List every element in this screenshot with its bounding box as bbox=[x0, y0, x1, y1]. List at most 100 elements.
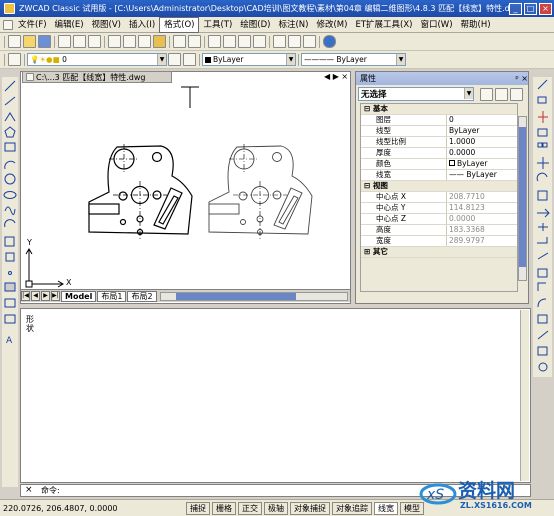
selection-combo[interactable]: 无选择 ▼ bbox=[358, 87, 474, 101]
modify-tool-icons bbox=[536, 79, 550, 372]
polygon-tool-icon bbox=[4, 126, 16, 138]
trim-icon bbox=[537, 223, 548, 231]
menu-view[interactable]: 视图(V) bbox=[88, 18, 125, 32]
close-command-icon[interactable]: × bbox=[25, 485, 33, 495]
next-tab-icon[interactable]: ▶ bbox=[41, 291, 50, 301]
prop-row[interactable]: 中心点 X 208.7710 bbox=[361, 192, 517, 203]
menu-modify[interactable]: 修改(M) bbox=[312, 18, 351, 32]
pan-icon[interactable] bbox=[208, 35, 221, 48]
undo-icon[interactable] bbox=[173, 35, 186, 48]
prop-row[interactable]: 线宽 —— ByLayer bbox=[361, 170, 517, 181]
publish-icon[interactable] bbox=[88, 35, 101, 48]
print-preview-icon[interactable] bbox=[73, 35, 86, 48]
open-folder-icon[interactable] bbox=[23, 35, 36, 48]
close-panel-icon[interactable]: × bbox=[521, 74, 528, 83]
last-tab-icon[interactable]: ▶| bbox=[51, 291, 60, 301]
command-scrollbar[interactable] bbox=[520, 310, 529, 481]
color-combo[interactable]: ByLayer ▼ bbox=[202, 53, 296, 66]
make-current-layer-icon[interactable] bbox=[168, 53, 181, 66]
section-basic[interactable]: ⊟ 基本 bbox=[361, 104, 517, 115]
menu-tools[interactable]: 工具(T) bbox=[199, 18, 236, 32]
standard-toolbar bbox=[0, 33, 554, 51]
prop-row[interactable]: 线型 ByLayer bbox=[361, 126, 517, 137]
zoom-previous-icon[interactable] bbox=[253, 35, 266, 48]
paste-icon[interactable] bbox=[138, 35, 151, 48]
menu-help[interactable]: 帮助(H) bbox=[457, 18, 495, 32]
tab-prev-icon[interactable]: ◀ bbox=[324, 72, 330, 81]
prop-row[interactable]: 中心点 Y 114.8123 bbox=[361, 203, 517, 214]
maximize-button[interactable]: □ bbox=[524, 2, 537, 15]
prop-key: 中心点 Y bbox=[361, 203, 447, 213]
lineweight-toggle[interactable]: 线宽 bbox=[374, 501, 398, 515]
tab-layout2[interactable]: 布局2 bbox=[127, 290, 157, 302]
revcloud-icon bbox=[4, 219, 16, 228]
first-tab-icon[interactable]: |◀ bbox=[21, 291, 30, 301]
menu-insert[interactable]: 插入(I) bbox=[125, 18, 159, 32]
centerlines-left bbox=[109, 144, 167, 240]
menu-format[interactable]: 格式(O) bbox=[159, 16, 200, 33]
prop-key: 图层 bbox=[361, 115, 447, 125]
document-tab[interactable]: C:\...3 匹配【线宽】特性.dwg bbox=[22, 71, 172, 83]
prop-row[interactable]: 宽度 289.9797 bbox=[361, 236, 517, 247]
command-prompt: 命令: bbox=[41, 486, 60, 495]
design-center-icon[interactable] bbox=[288, 35, 301, 48]
section-view[interactable]: ⊟ 视图 bbox=[361, 181, 517, 192]
zoom-realtime-icon[interactable] bbox=[223, 35, 236, 48]
prev-tab-icon[interactable]: ◀ bbox=[31, 291, 40, 301]
select-objects-icon[interactable] bbox=[495, 87, 508, 101]
save-icon[interactable] bbox=[38, 35, 51, 48]
layer-manager-icon[interactable] bbox=[8, 53, 21, 66]
redo-icon[interactable] bbox=[188, 35, 201, 48]
pin-icon[interactable]: ᵖ bbox=[515, 74, 518, 83]
prop-row[interactable]: 图层 0 bbox=[361, 115, 517, 126]
tab-layout1[interactable]: 布局1 bbox=[97, 290, 127, 302]
cut-icon[interactable] bbox=[108, 35, 121, 48]
properties-icon[interactable] bbox=[273, 35, 286, 48]
section-other[interactable]: ⊞ 其它 bbox=[361, 247, 517, 258]
layer-previous-icon[interactable] bbox=[183, 53, 196, 66]
horizontal-scrollbar[interactable] bbox=[159, 291, 348, 301]
tab-next-icon[interactable]: ▶ bbox=[333, 72, 339, 81]
drawing-canvas[interactable]: Y X bbox=[21, 84, 348, 289]
tool-palette-icon[interactable] bbox=[303, 35, 316, 48]
properties-scrollbar[interactable] bbox=[518, 116, 527, 281]
prop-row[interactable]: 线型比例 1.0000 bbox=[361, 137, 517, 148]
print-icon[interactable] bbox=[58, 35, 71, 48]
close-button[interactable]: × bbox=[539, 2, 552, 15]
linetype-value: ———— ByLayer bbox=[304, 55, 367, 64]
prop-row[interactable]: 颜色 ByLayer bbox=[361, 159, 517, 170]
menu-file[interactable]: 文件(F) bbox=[14, 18, 51, 32]
scroll-thumb[interactable] bbox=[519, 127, 526, 267]
prop-row[interactable]: 中心点 Z 0.0000 bbox=[361, 214, 517, 225]
document-nav-buttons[interactable]: ◀ ▶ × bbox=[324, 72, 348, 81]
otrack-toggle[interactable]: 对象追踪 bbox=[332, 501, 372, 515]
linetype-combo[interactable]: ———— ByLayer ▼ bbox=[301, 53, 406, 66]
osnap-toggle[interactable]: 对象捕捉 bbox=[290, 501, 330, 515]
layer-combo[interactable]: 💡☀●■ 0 ▼ bbox=[27, 53, 167, 66]
prop-row[interactable]: 厚度 0.0000 bbox=[361, 148, 517, 159]
close-doc-icon[interactable]: × bbox=[341, 72, 348, 81]
grid-toggle[interactable]: 栅格 bbox=[212, 501, 236, 515]
snap-toggle[interactable]: 捕捉 bbox=[186, 501, 210, 515]
minimize-button[interactable]: _ bbox=[509, 2, 522, 15]
menu-dimension[interactable]: 标注(N) bbox=[274, 18, 312, 32]
copy-icon[interactable] bbox=[123, 35, 136, 48]
match-properties-icon[interactable] bbox=[153, 35, 166, 48]
window-title: ZWCAD Classic 试用版 - [C:\Users\Administra… bbox=[19, 4, 509, 13]
menu-edit[interactable]: 编辑(E) bbox=[51, 18, 88, 32]
tab-model[interactable]: Model bbox=[61, 290, 97, 302]
command-history[interactable]: 形状 bbox=[20, 308, 531, 483]
ortho-toggle[interactable]: 正交 bbox=[238, 501, 262, 515]
toggle-pickadd-icon[interactable] bbox=[480, 87, 493, 101]
menu-et-tools[interactable]: ET扩展工具(X) bbox=[351, 18, 416, 32]
new-file-icon[interactable] bbox=[8, 35, 21, 48]
quick-select-icon[interactable] bbox=[510, 87, 523, 101]
menu-draw[interactable]: 绘图(D) bbox=[236, 18, 274, 32]
polar-toggle[interactable]: 极轴 bbox=[264, 501, 288, 515]
help-icon[interactable] bbox=[323, 35, 336, 48]
command-side-label: 形状 bbox=[26, 315, 34, 333]
scroll-thumb[interactable] bbox=[175, 292, 296, 300]
zoom-window-icon[interactable] bbox=[238, 35, 251, 48]
menu-window[interactable]: 窗口(W) bbox=[416, 18, 456, 32]
prop-row[interactable]: 高度 183.3368 bbox=[361, 225, 517, 236]
